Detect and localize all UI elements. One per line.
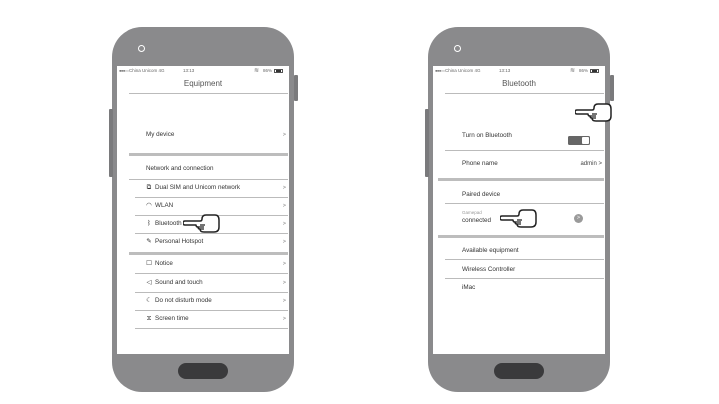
list-item-label: Sound and touch [155,279,203,286]
chevron-right-icon: > [598,161,602,167]
section-divider [438,235,604,238]
paired-device-status: connected [462,217,492,224]
battery-percent: 86% [262,68,272,73]
bluetooth-icon: ᛒ [147,220,151,227]
home-button[interactable] [494,363,544,379]
phone-right: ●●●○○ China Unicom 4G 13:13 ≋ 86% Blueto… [425,27,614,392]
status-time: 13:13 [183,68,195,73]
list-item-sound-and-touch[interactable]: ◁ Sound and touch > [135,276,288,290]
chevron-right-icon: > [282,132,286,138]
section-label: Available equipment [462,247,519,254]
section-label: Network and connection [146,165,214,172]
list-item-dual-sim[interactable]: ⧉ Dual SIM and Unicom network > [135,181,288,195]
hourglass-icon: ⧖ [146,315,152,322]
list-item-available-device[interactable]: iMac [445,281,604,295]
divider [135,292,288,293]
list-item-label: WLAN [155,202,174,209]
status-bar: ●●●○○ China Unicom 4G 13:13 ≋ 86% [117,66,289,76]
section-divider [129,252,288,255]
phone-name-text: admin [580,161,597,167]
speaker-icon: ◁ [146,279,152,286]
carrier-label: China Unicom 4G [445,68,481,73]
list-item-label: Do not disturb mode [155,297,212,304]
chevron-right-icon: > [282,261,286,267]
section-divider [438,178,604,181]
section-label: Paired device [462,191,501,198]
chevron-right-icon: > [282,185,286,191]
section-divider [129,153,288,156]
list-item-label: Phone name [462,160,498,167]
page-title: Equipment [183,79,223,88]
status-bar: ●●●○○ China Unicom 4G 13:13 ≋ 86% [433,66,605,76]
divider [129,179,288,180]
phone-name-value: admin > [580,157,602,171]
chevron-right-icon: > [282,203,286,209]
battery-percent: 86% [578,68,588,73]
divider [135,273,288,274]
pointing-hand-icon [183,214,220,233]
list-item-notice[interactable]: ☐ Notice > [135,257,288,271]
battery-icon [590,68,599,73]
page-title: Bluetooth [502,79,536,88]
camera-icon [454,45,461,52]
list-item-personal-hotspot[interactable]: ✎ Personal Hotspot > [135,235,288,249]
divider [445,203,604,204]
divider [445,93,604,94]
status-time: 13:13 [499,68,511,73]
list-item-label: Notice [155,260,173,267]
list-item-wlan[interactable]: ◠ WLAN > [135,199,288,213]
side-button [610,75,614,101]
moon-icon: ☾ [146,297,152,304]
carrier-label: China Unicom 4G [129,68,165,73]
list-item-label: Personal Hotspot [155,238,204,245]
list-item-label: Wireless Controller [462,266,516,273]
chevron-right-icon: > [282,280,286,286]
battery-icon [274,68,283,73]
divider [135,328,288,329]
list-item-my-device[interactable]: My device > [129,128,288,142]
chevron-right-icon: > [282,298,286,304]
bluetooth-toggle[interactable] [568,136,590,145]
side-button [294,75,298,101]
signal-icon: ●●●○○ [435,68,445,73]
signal-icon: ●●●○○ [119,68,129,73]
divider [445,150,604,151]
section-header-paired: Paired device [445,188,604,202]
divider [445,278,604,279]
side-button [109,109,113,177]
notice-icon: ☐ [146,260,152,267]
wifi-status-icon: ≋ [569,68,575,74]
list-item-screen-time[interactable]: ⧖ Screen time > [135,312,288,326]
phone-left: ●●●○○ China Unicom 4G 13:13 ≋ 86% Equipm… [109,27,298,392]
list-item-label: Turn on Bluetooth [462,132,512,139]
divider [445,259,604,260]
section-header-available: Available equipment [445,244,604,258]
link-icon: ✎ [146,238,152,245]
pointing-hand-icon [500,209,537,228]
list-item-phone-name[interactable]: Phone name admin > [445,157,604,171]
list-item-label: My device [146,131,175,138]
pointing-hand-icon [575,103,612,122]
list-item-label: Screen time [155,315,189,322]
wifi-status-icon: ≋ [253,68,259,74]
screen: ●●●○○ China Unicom 4G 13:13 ≋ 86% Equipm… [117,66,289,354]
chevron-right-icon: > [282,316,286,322]
side-button [425,109,429,177]
home-button[interactable] [178,363,228,379]
section-header-network: Network and connection [129,162,288,176]
list-item-available-device[interactable]: Wireless Controller [445,263,604,277]
list-item-do-not-disturb[interactable]: ☾ Do not disturb mode > [135,294,288,308]
device-info-button[interactable]: > [574,214,583,223]
list-item-label: Bluetooth [155,220,182,227]
list-item-label: iMac [462,284,476,291]
chevron-right-icon: > [282,239,286,245]
divider [129,93,288,94]
camera-icon [138,45,145,52]
wifi-icon: ◠ [146,202,152,209]
divider [135,310,288,311]
divider [135,197,288,198]
chevron-right-icon: > [282,221,286,227]
list-item-label: Dual SIM and Unicom network [155,184,241,191]
sim-icon: ⧉ [146,184,152,191]
